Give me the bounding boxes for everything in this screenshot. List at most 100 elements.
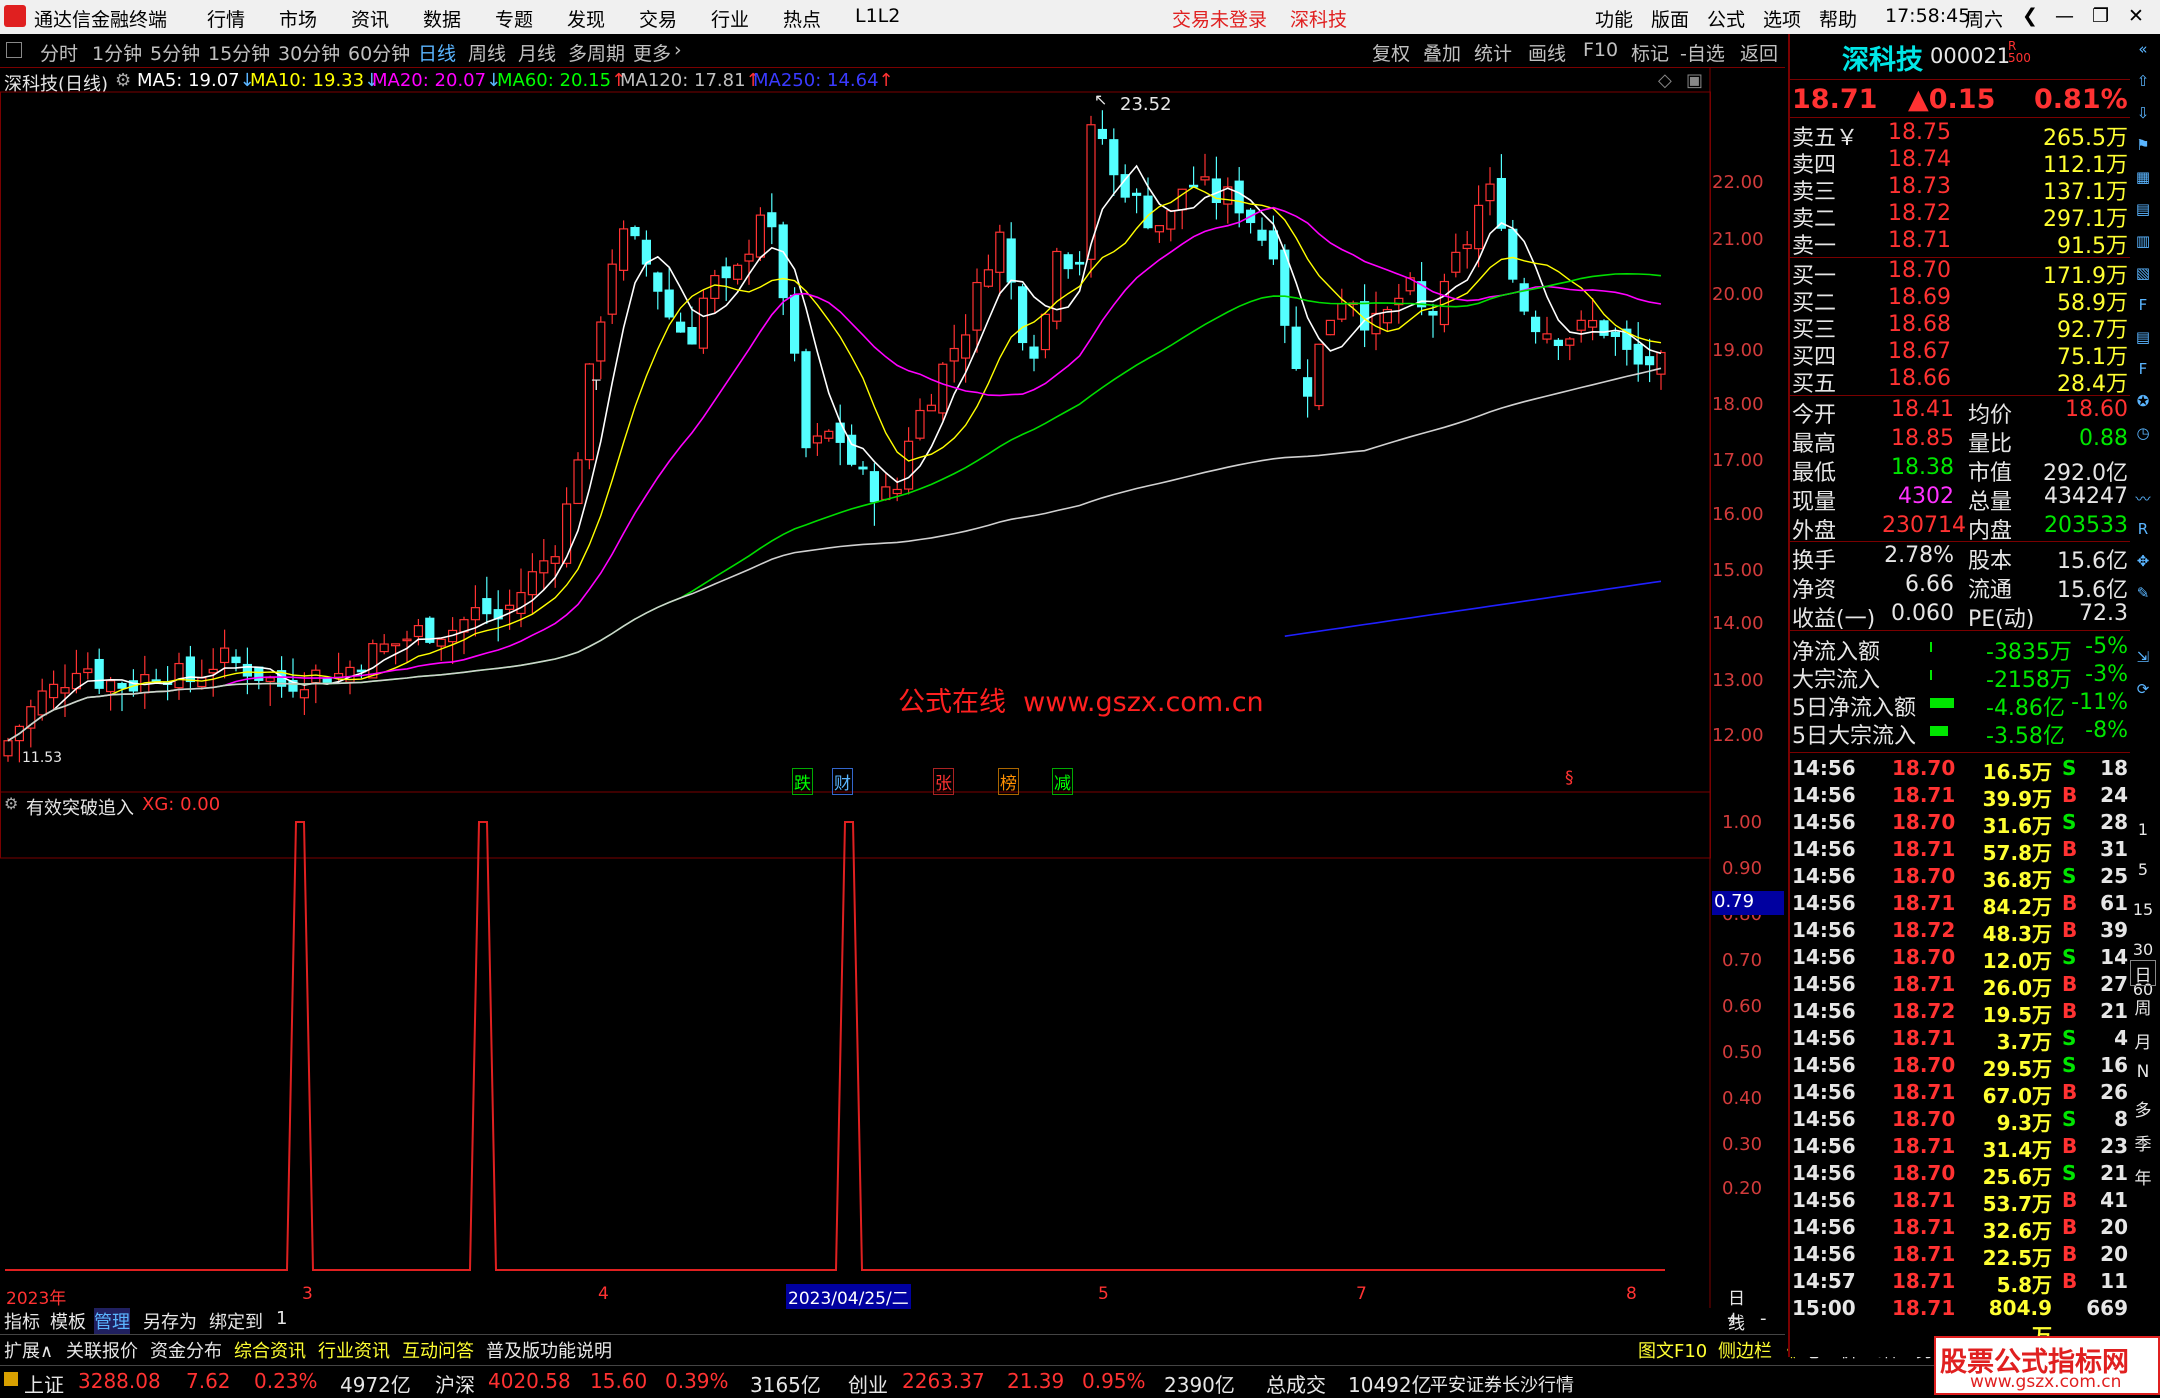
orderbook-row[interactable]: 买一 18.70 171.9万 [1790, 258, 2128, 289]
sidebar-period-6[interactable]: 年 [2130, 1164, 2156, 1190]
orderbook-row[interactable]: 卖五￥ 18.75 265.5万 [1790, 120, 2128, 151]
tab-cebianlan[interactable]: 侧边栏 《 [1718, 1337, 1796, 1363]
kline-chart[interactable] [0, 68, 1788, 1308]
orderbook-row[interactable]: 买四 18.67 75.1万 [1790, 339, 2128, 370]
sidebar-period-5[interactable]: 季 [2130, 1130, 2156, 1156]
back-icon[interactable]: ❮ [2022, 5, 2038, 27]
tab-fenshi[interactable]: 分时 [40, 39, 78, 66]
index-hs-name[interactable]: 沪深 [435, 1369, 475, 1398]
tab-one[interactable]: 1 [276, 1308, 287, 1329]
zoom-in-button[interactable]: + [1726, 1308, 1741, 1329]
orderbook-row[interactable]: 买二 18.69 58.9万 [1790, 285, 2128, 316]
tab-bangdingdao[interactable]: 绑定到 [209, 1308, 263, 1334]
index-sh-name[interactable]: 上证 [24, 1369, 64, 1398]
tab-15min[interactable]: 15分钟 [208, 39, 270, 66]
tab-hangyezixun[interactable]: 行业资讯 [318, 1337, 390, 1363]
f10-icon[interactable]: F [2130, 296, 2156, 322]
wave-icon[interactable]: 〰 [2130, 488, 2156, 514]
orderbook-row[interactable]: 卖一 18.71 91.5万 [1790, 228, 2128, 259]
move-icon[interactable]: ✥ [2130, 552, 2156, 578]
tab-monthly[interactable]: 月线 [518, 39, 556, 66]
sidebar-period-1[interactable]: 周 [2130, 994, 2156, 1020]
menu-hangye[interactable]: 行业 [711, 5, 749, 32]
btn-zixuan[interactable]: -自选 [1680, 39, 1725, 66]
tab-5min[interactable]: 5分钟 [150, 39, 200, 66]
tab-more[interactable]: 更多 [633, 39, 671, 66]
indicator-settings-icon[interactable]: ⚙ [4, 794, 18, 813]
indicator-title[interactable]: 有效突破追入 [26, 794, 134, 820]
event-tag-cai[interactable]: 财 [832, 768, 853, 795]
event-tag-jian[interactable]: 减 [1052, 768, 1073, 795]
orderbook-row[interactable]: 卖二 18.72 297.1万 [1790, 201, 2128, 232]
tab-weekly[interactable]: 周线 [468, 39, 506, 66]
menu-l1l2[interactable]: L1L2 [855, 5, 900, 27]
toolbar-toggle-icon[interactable] [6, 42, 22, 58]
menu-shuju[interactable]: 数据 [423, 5, 461, 32]
event-tag-die[interactable]: 跌 [792, 768, 813, 795]
tab-multi[interactable]: 多周期 [568, 39, 625, 66]
menu-gongneng[interactable]: 功能 [1595, 5, 1633, 32]
tab-1min[interactable]: 1分钟 [92, 39, 142, 66]
status-icon[interactable] [4, 1372, 18, 1386]
grid-icon[interactable]: ▦ [2130, 168, 2156, 194]
clock-icon[interactable]: ◷ [2130, 424, 2156, 450]
menu-faxian[interactable]: 发现 [567, 5, 605, 32]
star-icon[interactable]: ✪ [2130, 392, 2156, 418]
event-tag-bang[interactable]: 榜 [998, 768, 1019, 795]
tab-guanli[interactable]: 管理 [94, 1308, 130, 1334]
tab-pujiban[interactable]: 普及版功能说明 [486, 1337, 612, 1363]
btn-biaoji[interactable]: 标记 [1631, 39, 1669, 66]
menu-zixun[interactable]: 资讯 [351, 5, 389, 32]
tab-lingcunwei[interactable]: 另存为 [143, 1308, 197, 1334]
tab-hudongwenda[interactable]: 互动问答 [402, 1337, 474, 1363]
trade-status[interactable]: 交易未登录 [1172, 5, 1267, 32]
tab-tuwenf10[interactable]: 图文F10 [1638, 1337, 1707, 1363]
tab-30min[interactable]: 30分钟 [278, 39, 340, 66]
chart-icon[interactable]: ▤ [2130, 200, 2156, 226]
bars-icon[interactable]: ▥ [2130, 232, 2156, 258]
menu-jiaoyi[interactable]: 交易 [639, 5, 677, 32]
btn-fanhui[interactable]: 返回 [1740, 39, 1778, 66]
minimize-icon[interactable]: — [2055, 5, 2074, 27]
stock-name-link[interactable]: 深科技 [1290, 5, 1347, 32]
list-icon[interactable]: ▤ [2130, 328, 2156, 354]
f2-icon[interactable]: F [2130, 360, 2156, 386]
expand-icon[interactable]: ⇲ [2130, 648, 2156, 674]
menu-shichang[interactable]: 市场 [279, 5, 317, 32]
zoom-out-button[interactable]: - [1760, 1308, 1767, 1329]
index-cy-name[interactable]: 创业 [848, 1369, 888, 1398]
orderbook-row[interactable]: 卖三 18.73 137.1万 [1790, 174, 2128, 205]
sidebar-number[interactable]: 15 [2130, 900, 2156, 926]
flag-icon[interactable]: ⚑ [2130, 136, 2156, 162]
tab-zonghezixun[interactable]: 综合资讯 [234, 1337, 306, 1363]
sidebar-period-0[interactable]: 日 [2130, 960, 2156, 986]
news-icon[interactable]: ▧ [2130, 264, 2156, 290]
menu-zhuanti[interactable]: 专题 [495, 5, 533, 32]
sidebar-period-4[interactable]: 多 [2130, 1096, 2156, 1122]
menu-xuanxiang[interactable]: 选项 [1763, 5, 1801, 32]
tab-guanlianbaojia[interactable]: 关联报价 [66, 1337, 138, 1363]
rsi-icon[interactable]: R [2130, 520, 2156, 546]
btn-huaxian[interactable]: 画线 [1528, 39, 1566, 66]
tab-zijinfenbu[interactable]: 资金分布 [150, 1337, 222, 1363]
orderbook-row[interactable]: 买五 18.66 28.4万 [1790, 366, 2128, 397]
tab-60min[interactable]: 60分钟 [348, 39, 410, 66]
tab-zhibiao[interactable]: 指标 [4, 1308, 40, 1334]
sidebar-number[interactable]: 5 [2130, 860, 2156, 886]
event-tag-zhang[interactable]: 张 [933, 768, 954, 795]
btn-tongji[interactable]: 统计 [1474, 39, 1512, 66]
restore-icon[interactable]: ❐ [2092, 5, 2109, 27]
refresh-icon[interactable]: ⟳ [2130, 680, 2156, 706]
sidebar-period-3[interactable]: N [2130, 1062, 2156, 1088]
more-chevron-icon[interactable]: › [674, 39, 682, 61]
btn-fuquan[interactable]: 复权 [1372, 39, 1410, 66]
menu-redian[interactable]: 热点 [783, 5, 821, 32]
collapse-icon[interactable]: « [2130, 40, 2156, 66]
orderbook-row[interactable]: 买三 18.68 92.7万 [1790, 312, 2128, 343]
tab-moban[interactable]: 模板 [50, 1308, 86, 1334]
event-tag-dollar[interactable]: § [1565, 768, 1574, 788]
tab-daily[interactable]: 日线 [418, 39, 456, 66]
close-icon[interactable]: ✕ [2128, 5, 2144, 27]
sidebar-number[interactable]: 1 [2130, 820, 2156, 846]
btn-diejia[interactable]: 叠加 [1423, 39, 1461, 66]
